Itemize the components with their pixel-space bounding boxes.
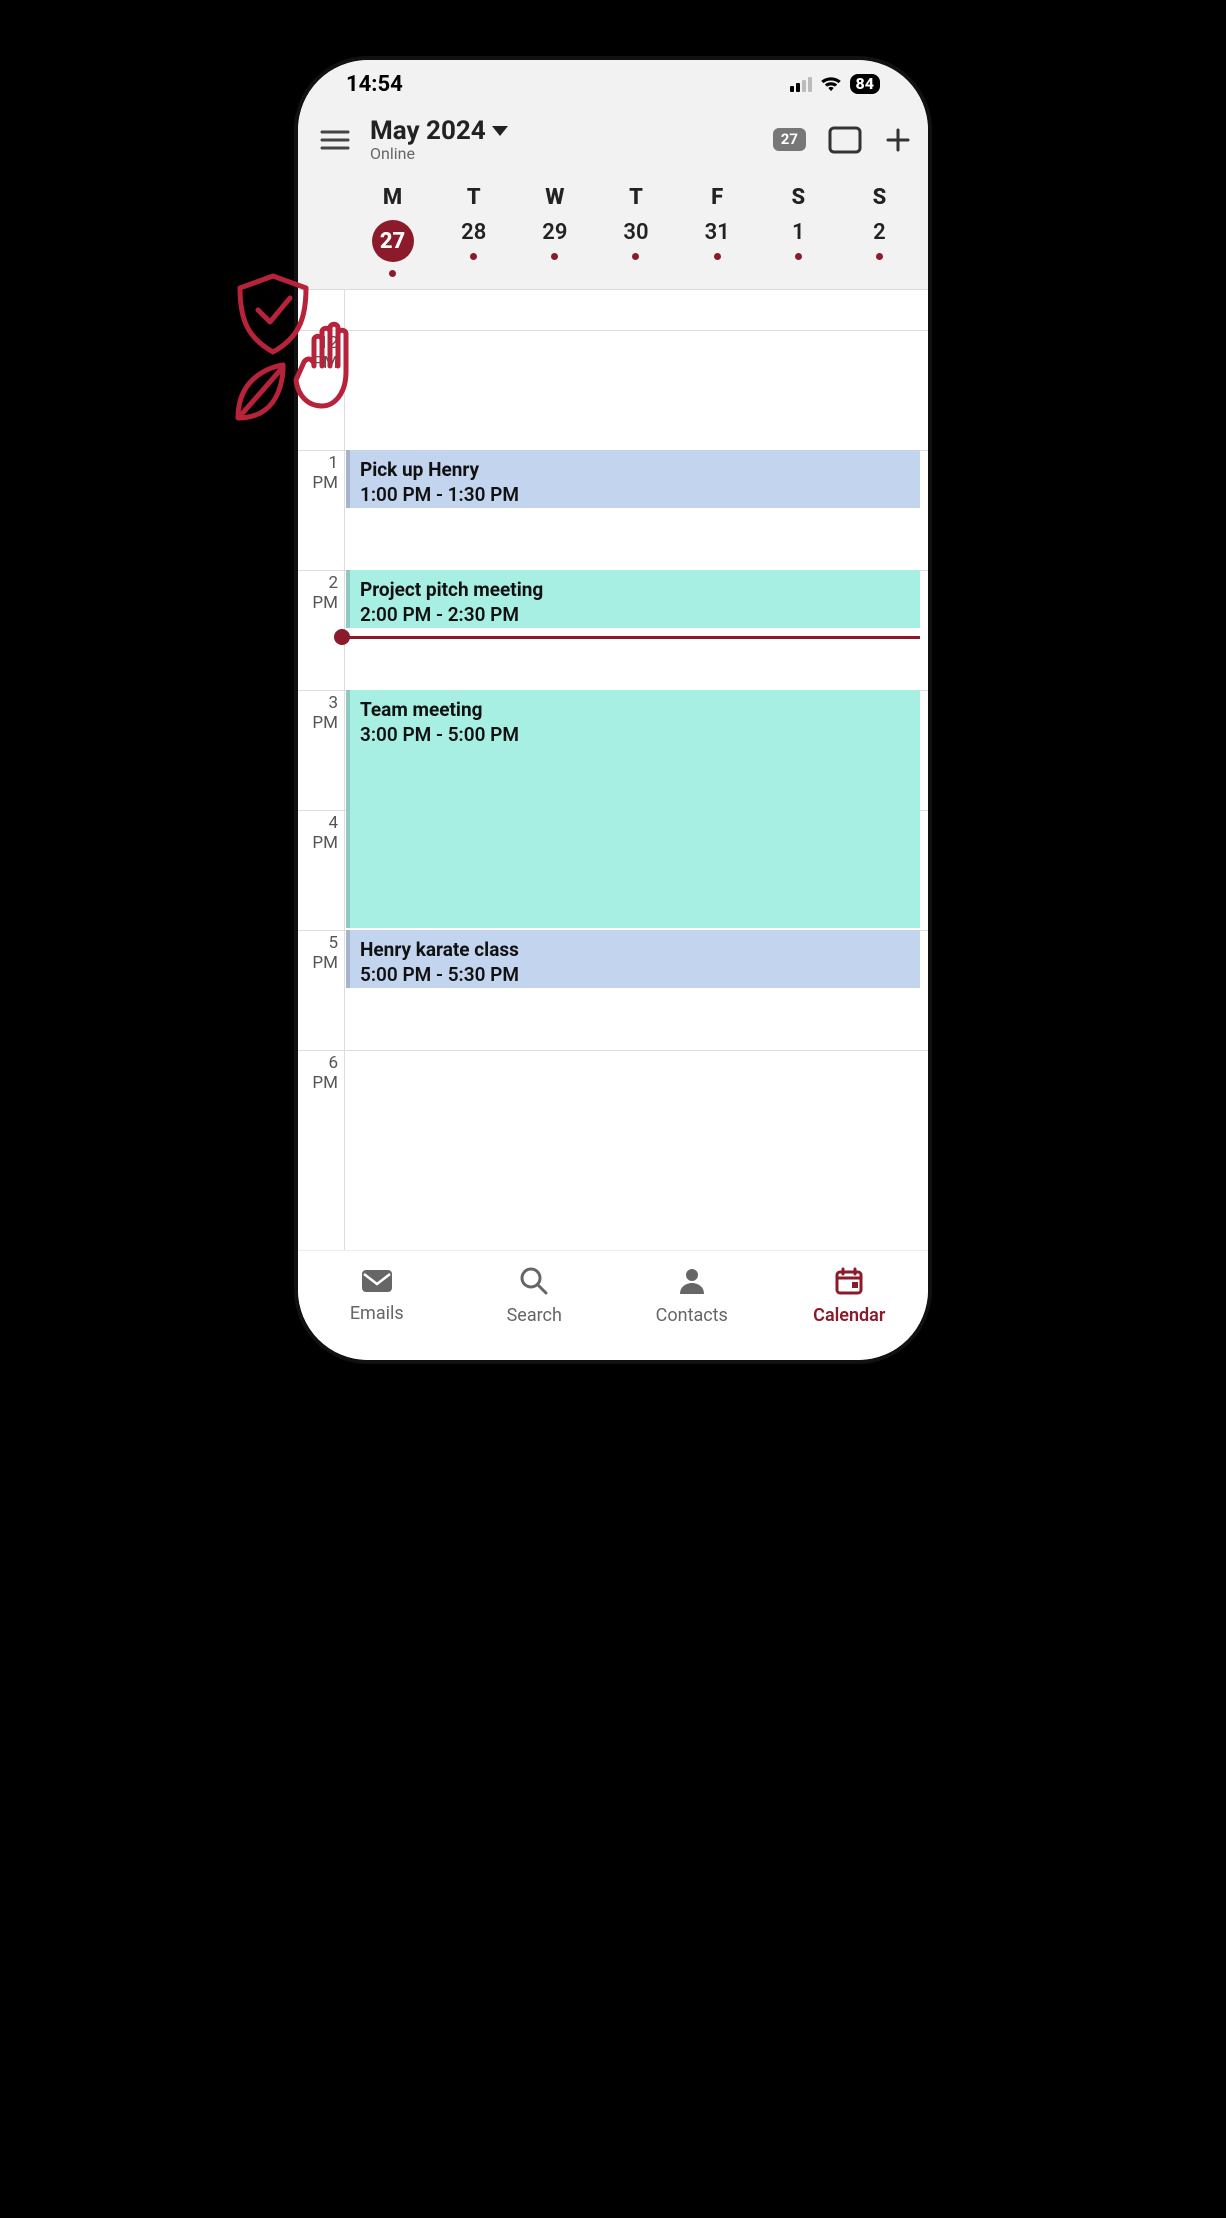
weekday-label: T xyxy=(433,185,514,210)
nav-label: Search xyxy=(507,1305,562,1326)
person-icon xyxy=(677,1266,707,1301)
status-bar: 14:54 84 xyxy=(298,60,928,108)
hour-label: 3PM xyxy=(298,694,338,733)
date-number: 28 xyxy=(461,220,486,245)
calendar-day-view[interactable]: 12PM 1PM 2PM 3PM 4PM 5PM 6PM Pick up Henry1:00 … xyxy=(298,290,928,1250)
date-number: 1 xyxy=(792,220,805,245)
date-number: 27 xyxy=(372,220,414,262)
month-label: May 2024 xyxy=(370,116,486,146)
weekday-label: W xyxy=(514,185,595,210)
status-time: 14:54 xyxy=(346,72,403,97)
chevron-down-icon xyxy=(492,126,508,136)
hour-label: 4PM xyxy=(298,814,338,853)
event-dot-indicator xyxy=(876,253,883,260)
date-cell[interactable]: 2 xyxy=(839,220,920,277)
date-cell[interactable]: 1 xyxy=(758,220,839,277)
weekday-label: M xyxy=(352,185,433,210)
date-number: 29 xyxy=(542,220,567,245)
hour-label: 5PM xyxy=(298,934,338,973)
event-title: Pick up Henry xyxy=(360,458,910,481)
weekday-label: S xyxy=(758,185,839,210)
weekday-label: S xyxy=(839,185,920,210)
cellular-icon xyxy=(790,76,812,92)
view-mode-button[interactable] xyxy=(828,126,862,154)
wifi-icon xyxy=(820,76,842,92)
month-picker[interactable]: May 2024 xyxy=(370,116,508,146)
date-cell[interactable]: 31 xyxy=(677,220,758,277)
weekday-label: T xyxy=(595,185,676,210)
weekday-label: F xyxy=(677,185,758,210)
menu-icon[interactable] xyxy=(314,123,356,157)
date-row: 27 28 29 30 31 1 2 xyxy=(298,216,928,290)
event-dot-indicator xyxy=(795,253,802,260)
current-time-indicator xyxy=(338,636,920,639)
nav-label: Contacts xyxy=(656,1305,728,1326)
hour-label: 12PM xyxy=(298,334,338,373)
hour-label: 1PM xyxy=(298,454,338,493)
date-number: 2 xyxy=(873,220,886,245)
weekday-row: M T W T F S S xyxy=(298,171,928,216)
calendar-event[interactable]: Project pitch meeting2:00 PM - 2:30 PM xyxy=(346,570,920,628)
time-gutter-divider xyxy=(344,290,345,1250)
nav-label: Calendar xyxy=(813,1305,885,1326)
date-cell[interactable]: 28 xyxy=(433,220,514,277)
event-dot-indicator xyxy=(470,253,477,260)
battery-level: 84 xyxy=(850,74,880,94)
date-cell[interactable]: 29 xyxy=(514,220,595,277)
hour-label: 6PM xyxy=(298,1054,338,1093)
event-title: Henry karate class xyxy=(360,938,910,961)
event-time: 2:00 PM - 2:30 PM xyxy=(360,603,910,626)
event-dot-indicator xyxy=(632,253,639,260)
date-cell[interactable]: 27 xyxy=(352,220,433,277)
hour-label: 2PM xyxy=(298,574,338,613)
nav-calendar[interactable]: Calendar xyxy=(813,1266,885,1326)
nav-emails[interactable]: Emails xyxy=(350,1268,404,1324)
bottom-nav: Emails Search Contacts Calendar xyxy=(298,1250,928,1360)
event-title: Team meeting xyxy=(360,698,910,721)
event-dot-indicator xyxy=(714,253,721,260)
event-dot-indicator xyxy=(389,270,396,277)
nav-search[interactable]: Search xyxy=(507,1266,562,1326)
current-time-dot xyxy=(334,629,350,645)
nav-label: Emails xyxy=(350,1303,404,1324)
today-button[interactable]: 27 xyxy=(773,128,806,151)
search-icon xyxy=(519,1266,549,1301)
event-dot-indicator xyxy=(551,253,558,260)
date-number: 30 xyxy=(623,220,648,245)
date-number: 31 xyxy=(705,220,730,245)
calendar-icon xyxy=(834,1266,864,1301)
calendar-header: May 2024 Online 27 xyxy=(298,108,928,171)
event-title: Project pitch meeting xyxy=(360,578,910,601)
hour-gridline xyxy=(298,330,928,331)
event-time: 3:00 PM - 5:00 PM xyxy=(360,723,910,746)
calendar-event[interactable]: Pick up Henry1:00 PM - 1:30 PM xyxy=(346,450,920,508)
event-time: 1:00 PM - 1:30 PM xyxy=(360,483,910,506)
calendar-event[interactable]: Henry karate class5:00 PM - 5:30 PM xyxy=(346,930,920,988)
date-cell[interactable]: 30 xyxy=(595,220,676,277)
phone-frame: 14:54 84 May 2024 xyxy=(298,60,928,1360)
mail-icon xyxy=(360,1268,394,1299)
add-event-button[interactable] xyxy=(884,126,912,154)
nav-contacts[interactable]: Contacts xyxy=(656,1266,728,1326)
event-time: 5:00 PM - 5:30 PM xyxy=(360,963,910,986)
connection-status: Online xyxy=(370,144,508,163)
hour-gridline xyxy=(298,1050,928,1051)
calendar-event[interactable]: Team meeting3:00 PM - 5:00 PM xyxy=(346,690,920,928)
